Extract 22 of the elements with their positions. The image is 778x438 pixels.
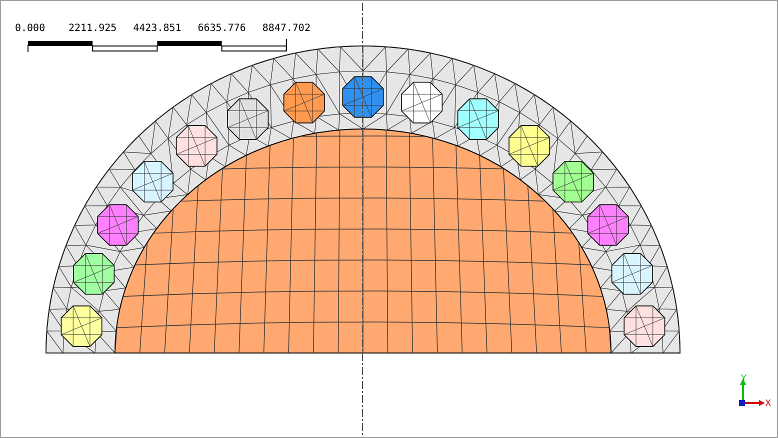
conductor: [587, 204, 629, 246]
conductor: [176, 125, 218, 167]
scale-label: 4423.851: [133, 23, 182, 34]
conductor: [60, 306, 102, 347]
axis-label: X: [765, 399, 772, 409]
conductor: [132, 160, 174, 202]
conductor: [227, 98, 269, 140]
scale-label: 2211.925: [68, 23, 117, 34]
scale-label: 8847.702: [262, 23, 310, 34]
conductor: [73, 253, 115, 295]
conductor: [552, 160, 594, 202]
scale-label: 6635.776: [198, 23, 246, 34]
conductor: [457, 98, 499, 140]
conductor: [401, 82, 443, 124]
conductor: [97, 204, 139, 246]
conductor: [611, 253, 653, 295]
conductor: [342, 76, 384, 118]
conductor: [508, 125, 550, 167]
conductor: [624, 306, 666, 347]
axis-label: Y: [741, 374, 746, 384]
scale-label: 0.000: [15, 23, 46, 34]
conductor: [283, 82, 325, 124]
